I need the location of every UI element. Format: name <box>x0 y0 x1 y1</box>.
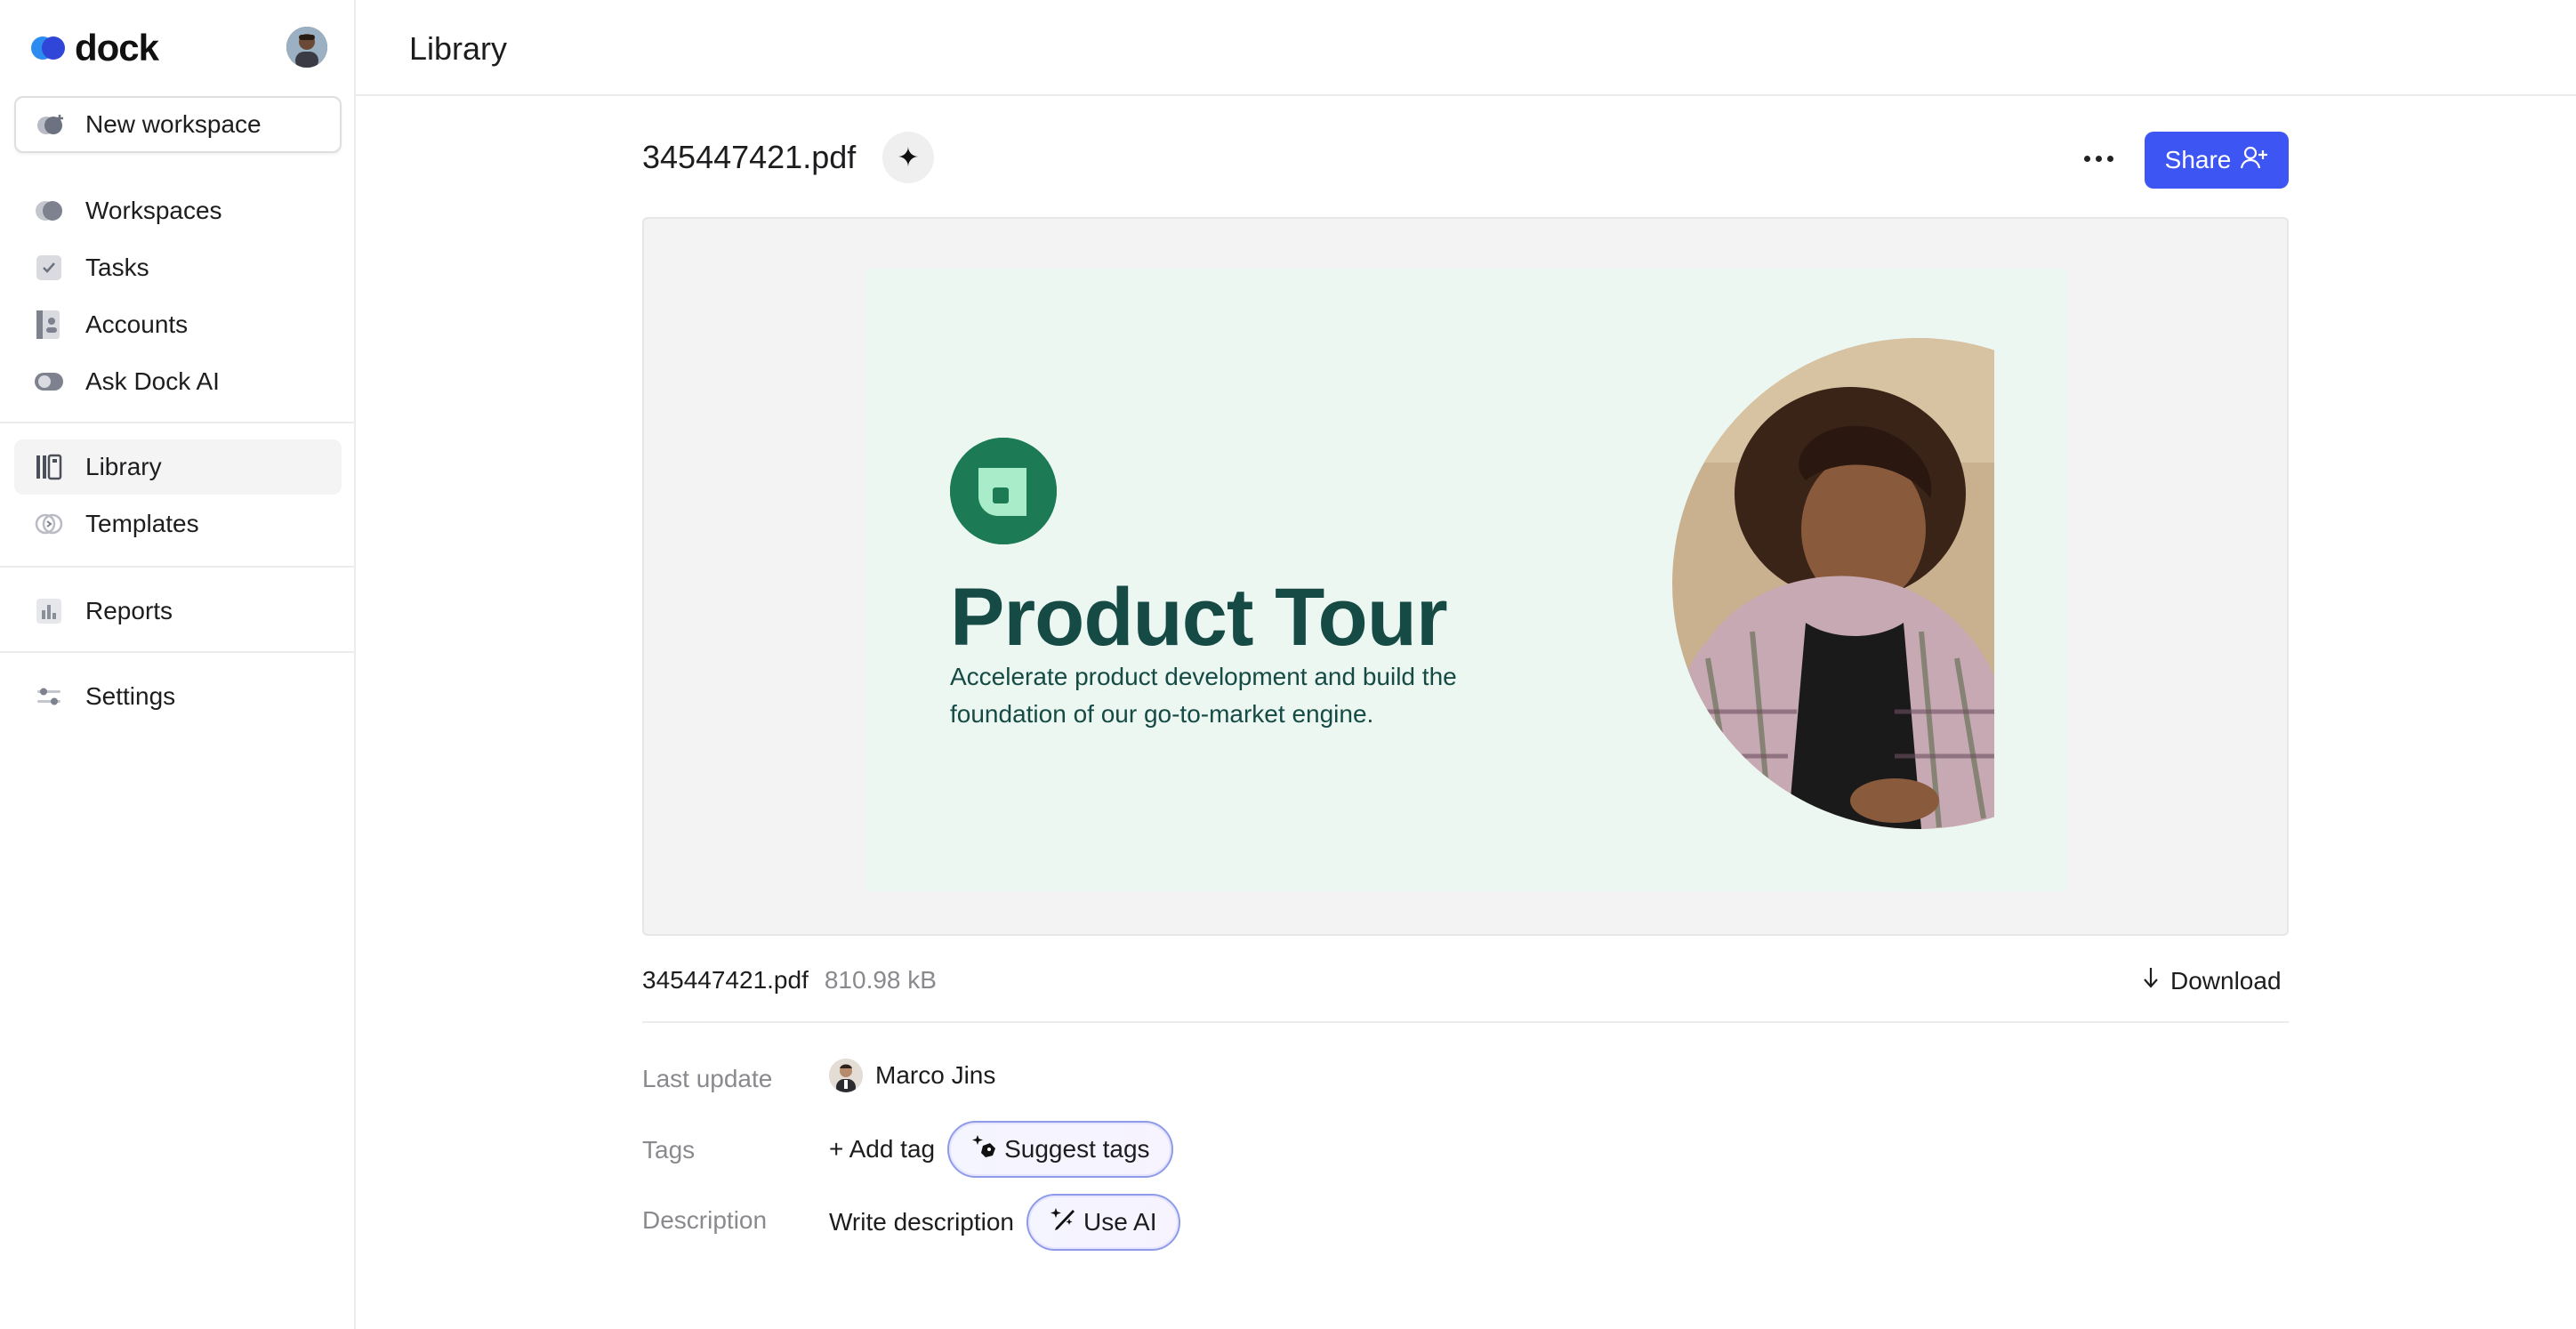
sidebar-item-label: Templates <box>85 510 199 537</box>
download-button[interactable]: Download <box>2142 966 2282 995</box>
sidebar-item-label: Workspaces <box>85 197 222 224</box>
last-update-value: Marco Jins <box>829 1059 995 1092</box>
sidebar: dock New workspace Workspaces Tasks Acco… <box>0 0 356 1329</box>
slide-title: Product Tour <box>950 572 1448 663</box>
description-label: Description <box>642 1206 768 1234</box>
sparkle-icon: ✦ <box>897 142 920 173</box>
workspaces-icon <box>34 196 64 226</box>
file-name: 345447421.pdf <box>642 966 809 994</box>
sidebar-item-label: Reports <box>85 597 173 624</box>
user-avatar[interactable] <box>286 27 327 68</box>
sidebar-item-workspaces[interactable]: Workspaces <box>14 183 342 238</box>
sidebar-divider <box>0 422 356 423</box>
meta-divider <box>642 1021 2289 1023</box>
sidebar-item-label: Library <box>85 453 162 480</box>
download-arrow-icon <box>2142 966 2160 995</box>
magic-tag-icon <box>970 1133 997 1166</box>
file-size: 810.98 kB <box>824 966 937 994</box>
settings-sliders-icon <box>34 681 64 712</box>
tags-value: + Add tag Suggest tags <box>829 1121 1173 1178</box>
top-bar: Library <box>356 0 2576 96</box>
more-dot <box>2106 155 2113 162</box>
sidebar-divider <box>0 651 356 653</box>
new-workspace-icon <box>36 109 66 140</box>
tags-label: Tags <box>642 1136 696 1164</box>
file-title: 345447421.pdf <box>642 139 857 175</box>
page-title: Library <box>409 30 508 67</box>
share-button[interactable]: Share <box>2145 132 2289 189</box>
sidebar-item-label: Accounts <box>85 310 189 338</box>
sidebar-item-templates[interactable]: Templates <box>14 496 342 552</box>
sidebar-item-tasks[interactable]: Tasks <box>14 240 342 295</box>
dock-logo-icon <box>28 28 68 68</box>
sidebar-item-settings[interactable]: Settings <box>14 669 342 724</box>
sidebar-item-label: Ask Dock AI <box>85 367 220 395</box>
more-dot <box>2095 155 2102 162</box>
suggest-tags-button[interactable]: Suggest tags <box>947 1121 1173 1178</box>
download-label: Download <box>2170 966 2282 995</box>
sidebar-divider <box>0 566 356 568</box>
use-ai-button[interactable]: Use AI <box>1026 1194 1180 1251</box>
last-update-user: Marco Jins <box>875 1061 996 1089</box>
ask-ai-icon <box>34 366 64 397</box>
sidebar-item-library[interactable]: Library <box>14 439 342 495</box>
accounts-icon <box>34 310 64 340</box>
slide-preview: Product Tour Accelerate product developm… <box>866 269 2067 891</box>
last-update-label: Last update <box>642 1065 773 1092</box>
file-preview[interactable]: Product Tour Accelerate product developm… <box>642 217 2289 936</box>
library-icon <box>34 452 64 482</box>
new-workspace-button[interactable]: New workspace <box>14 96 342 153</box>
reports-chart-icon <box>34 596 64 626</box>
templates-icon <box>34 509 64 539</box>
suggest-tags-label: Suggest tags <box>1004 1135 1150 1163</box>
brand-name: dock <box>75 27 159 68</box>
tasks-checkbox-icon <box>34 253 64 283</box>
ai-sparkle-button[interactable]: ✦ <box>882 132 934 183</box>
add-user-icon <box>2240 145 2268 176</box>
product-logo-icon <box>950 438 1057 544</box>
new-workspace-label: New workspace <box>85 110 262 138</box>
magic-wand-icon <box>1050 1206 1076 1239</box>
file-meta: 345447421.pdf 810.98 kB <box>642 966 937 995</box>
description-value: Write description Use AI <box>829 1194 1180 1251</box>
sidebar-item-accounts[interactable]: Accounts <box>14 297 342 352</box>
brand[interactable]: dock <box>28 27 159 69</box>
slide-subtitle: Accelerate product development and build… <box>950 663 1457 728</box>
woman-photo <box>1672 338 1994 829</box>
add-tag-button[interactable]: + Add tag <box>829 1135 935 1164</box>
sidebar-item-label: Tasks <box>85 254 149 281</box>
sidebar-item-label: Settings <box>85 682 176 710</box>
marco-avatar <box>829 1059 863 1092</box>
share-label: Share <box>2164 146 2232 173</box>
use-ai-label: Use AI <box>1083 1208 1157 1236</box>
write-description-button[interactable]: Write description <box>829 1208 1014 1236</box>
more-dot <box>2083 155 2090 162</box>
sidebar-item-reports[interactable]: Reports <box>14 584 342 639</box>
sidebar-item-ask-dock-ai[interactable]: Ask Dock AI <box>14 354 342 409</box>
more-options-button[interactable] <box>2073 139 2124 178</box>
